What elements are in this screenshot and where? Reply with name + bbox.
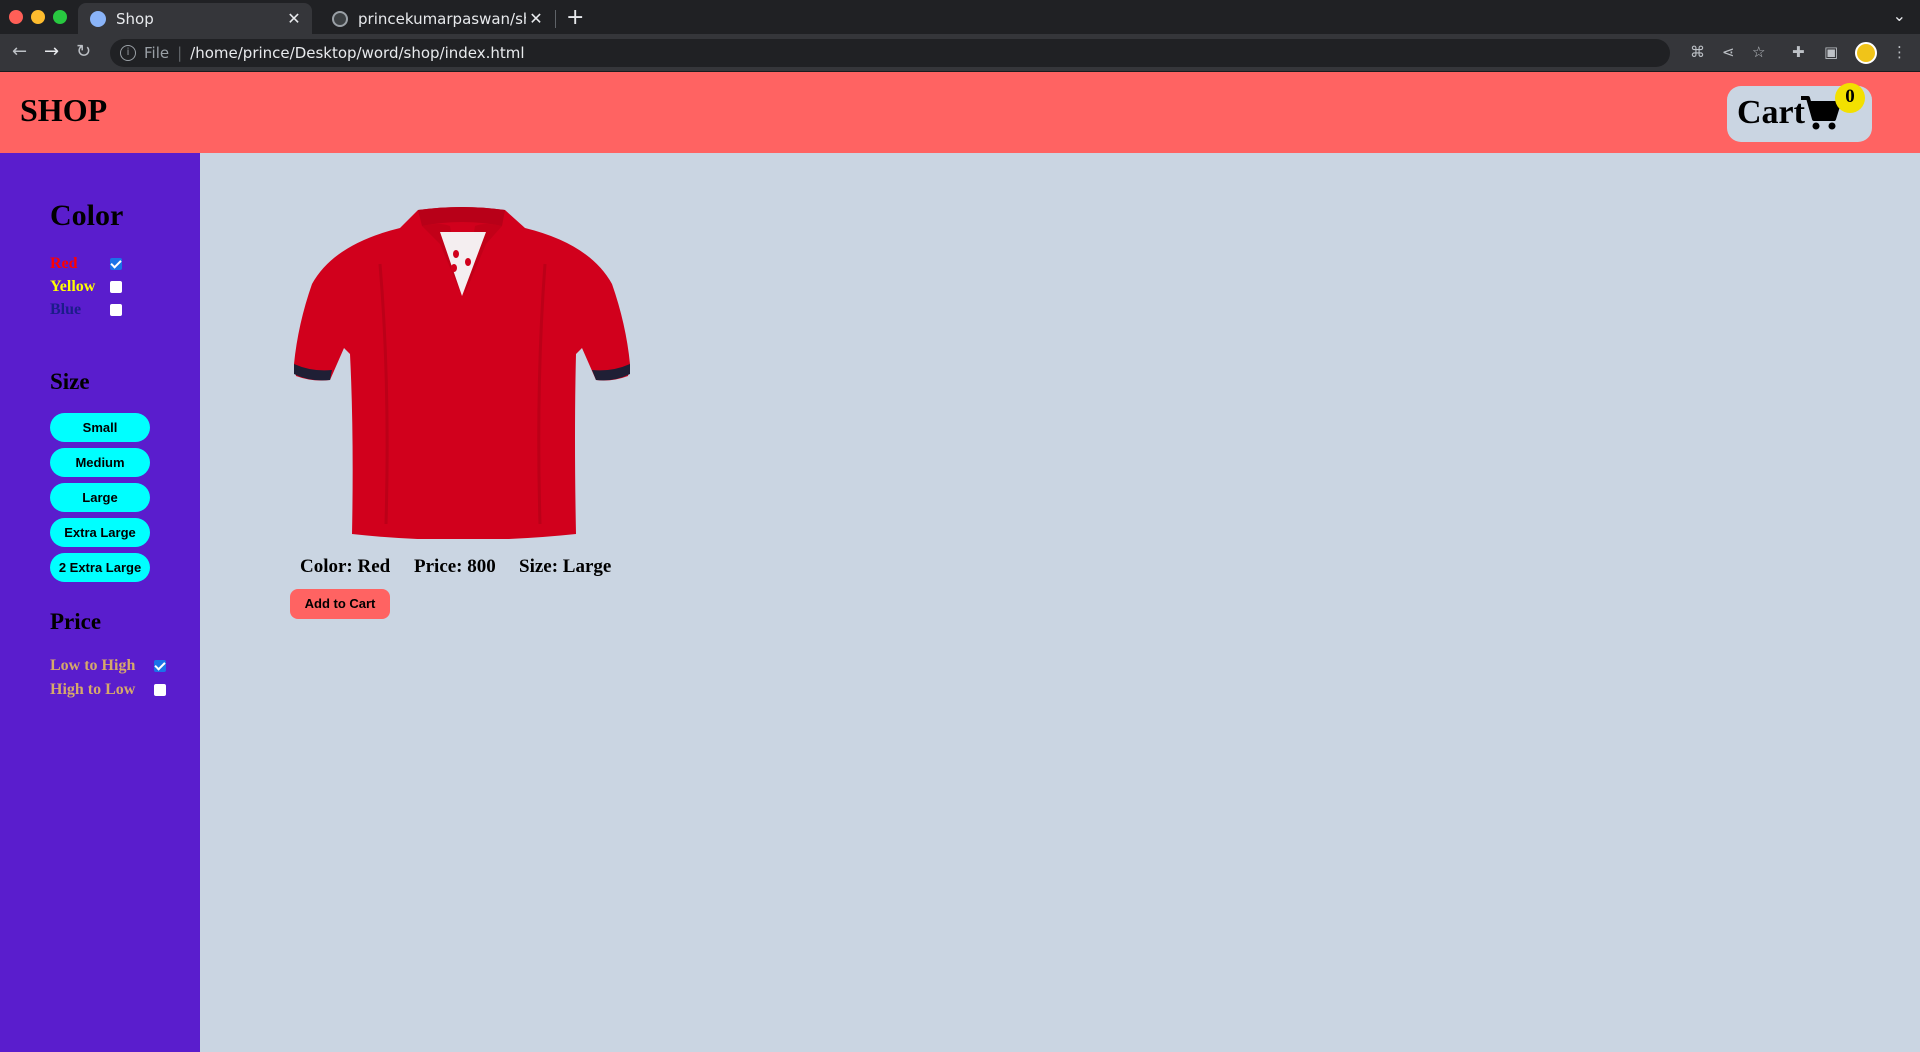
price-sort-label: High to Low: [50, 681, 136, 698]
cart-label: Cart: [1737, 94, 1805, 131]
product-size: Size: Large: [519, 556, 612, 577]
tab-title: Shop: [116, 9, 154, 28]
address-bar[interactable]: i File | /home/prince/Desktop/word/shop/…: [110, 39, 1670, 67]
shopping-cart-icon: [1801, 96, 1840, 130]
tab-search-chevron-icon[interactable]: ⌄: [1893, 6, 1906, 25]
back-arrow-icon[interactable]: ←: [12, 41, 27, 62]
site-logo[interactable]: SHOP: [20, 92, 107, 129]
maximize-window-button[interactable]: [53, 10, 67, 24]
size-button-small[interactable]: Small: [50, 413, 150, 442]
browser-toolbar: ← → ↻ i File | /home/prince/Desktop/word…: [0, 34, 1920, 72]
size-button-2-extra-large[interactable]: 2 Extra Large: [50, 553, 150, 582]
size-button-medium[interactable]: Medium: [50, 448, 150, 477]
price-sort-high-to-low[interactable]: High to Low: [50, 681, 166, 699]
globe-icon: [90, 10, 106, 27]
color-option-label: Blue: [50, 301, 82, 318]
low-to-high-checkbox[interactable]: [154, 660, 166, 672]
close-tab-icon[interactable]: ✕: [284, 9, 304, 28]
color-option-label: Red: [50, 255, 78, 272]
github-icon: [332, 10, 348, 27]
color-option-yellow[interactable]: Yellow: [50, 278, 122, 296]
profile-avatar[interactable]: [1855, 42, 1877, 64]
product-color: Color: Red: [300, 556, 391, 577]
cart-count-badge: 0: [1835, 83, 1865, 113]
price-heading: Price: [50, 609, 102, 634]
reload-icon[interactable]: ↻: [76, 41, 91, 62]
minimize-window-button[interactable]: [31, 10, 45, 24]
new-tab-icon[interactable]: +: [566, 5, 584, 30]
close-tab-icon[interactable]: ✕: [526, 9, 546, 28]
site-header: SHOP Cart 0: [0, 72, 1920, 153]
size-button-large[interactable]: Large: [50, 483, 150, 512]
extensions-puzzle-icon[interactable]: ✚: [1792, 43, 1805, 61]
browser-tab-bar: Shop ✕ princekumarpaswan/shop ✕ + ⌄: [0, 0, 1920, 34]
size-button-extra-large[interactable]: Extra Large: [50, 518, 150, 547]
blue-checkbox[interactable]: [110, 304, 122, 316]
share-icon[interactable]: ⋖: [1722, 43, 1735, 61]
price-sort-low-to-high[interactable]: Low to High: [50, 657, 166, 675]
tab-divider: [555, 10, 556, 28]
window-controls: [9, 10, 67, 24]
yellow-checkbox[interactable]: [110, 281, 122, 293]
info-icon[interactable]: i: [120, 45, 136, 61]
bookmark-star-icon[interactable]: ☆: [1752, 43, 1765, 61]
forward-arrow-icon[interactable]: →: [44, 41, 59, 62]
side-panel-icon[interactable]: ▣: [1824, 43, 1838, 61]
cart-button[interactable]: Cart 0: [1727, 83, 1872, 142]
color-heading: Color: [50, 199, 124, 232]
high-to-low-checkbox[interactable]: [154, 684, 166, 696]
product-image-red-polo-shirt: [294, 207, 630, 539]
color-option-red[interactable]: Red: [50, 255, 122, 273]
url-separator: |: [177, 44, 183, 62]
more-menu-icon[interactable]: ⋮: [1892, 43, 1907, 61]
tab-github[interactable]: princekumarpaswan/shop ✕: [320, 3, 554, 34]
color-option-label: Yellow: [50, 278, 96, 295]
red-checkbox[interactable]: [110, 258, 122, 270]
price-sort-label: Low to High: [50, 657, 136, 674]
tab-shop[interactable]: Shop ✕: [78, 3, 312, 34]
filter-sidebar: Color Red Yellow Blue Size Small Medium …: [0, 153, 200, 1052]
close-window-button[interactable]: [9, 10, 23, 24]
url-text[interactable]: /home/prince/Desktop/word/shop/index.htm…: [190, 44, 524, 62]
size-heading: Size: [50, 369, 90, 394]
add-to-cart-button[interactable]: Add to Cart: [290, 589, 390, 619]
color-option-blue[interactable]: Blue: [50, 301, 122, 319]
tab-title: princekumarpaswan/shop: [358, 9, 526, 28]
product-price: Price: 800: [414, 556, 496, 577]
url-scheme: File: [144, 44, 170, 62]
translate-icon[interactable]: ⌘: [1690, 43, 1705, 61]
